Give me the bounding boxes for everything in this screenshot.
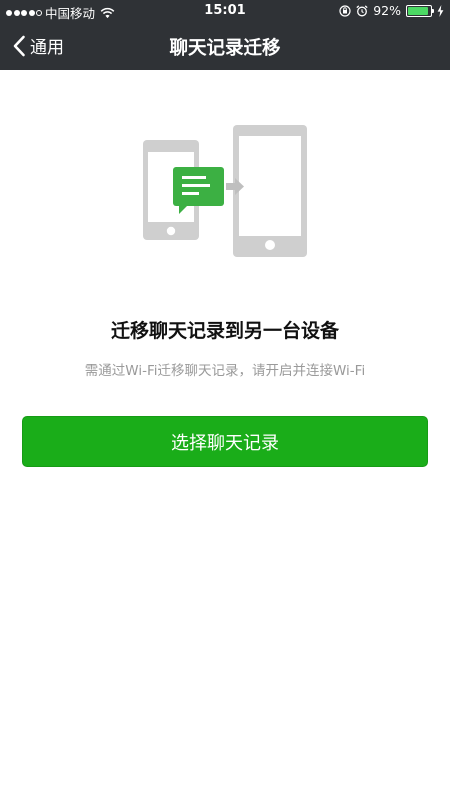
phone-to-tablet-transfer-icon	[143, 125, 307, 257]
page-title: 聊天记录迁移	[169, 38, 281, 59]
status-bar: 中国移动 15:01 92%	[0, 0, 450, 22]
battery-icon	[406, 4, 434, 17]
screen: 中国移动 15:01 92% 通用 聊天记录迁移 迁移聊天记录到另一台设备 需通…	[0, 0, 450, 800]
wifi-requirement-text: 需通过Wi-Fi迁移聊天记录，请开启并连接Wi-Fi	[84, 363, 366, 379]
nav-bar: 通用 聊天记录迁移	[0, 22, 450, 70]
status-right: 92%	[339, 3, 444, 18]
top-bar: 中国移动 15:01 92% 通用 聊天记录迁移	[0, 0, 450, 70]
orientation-lock-icon	[339, 4, 351, 17]
charging-icon	[437, 4, 444, 17]
select-chat-history-button[interactable]: 选择聊天记录	[22, 416, 428, 467]
alarm-icon	[356, 4, 368, 16]
migration-heading: 迁移聊天记录到另一台设备	[110, 320, 339, 342]
battery-percent: 92%	[373, 3, 401, 18]
battery-level-fill	[408, 6, 429, 15]
